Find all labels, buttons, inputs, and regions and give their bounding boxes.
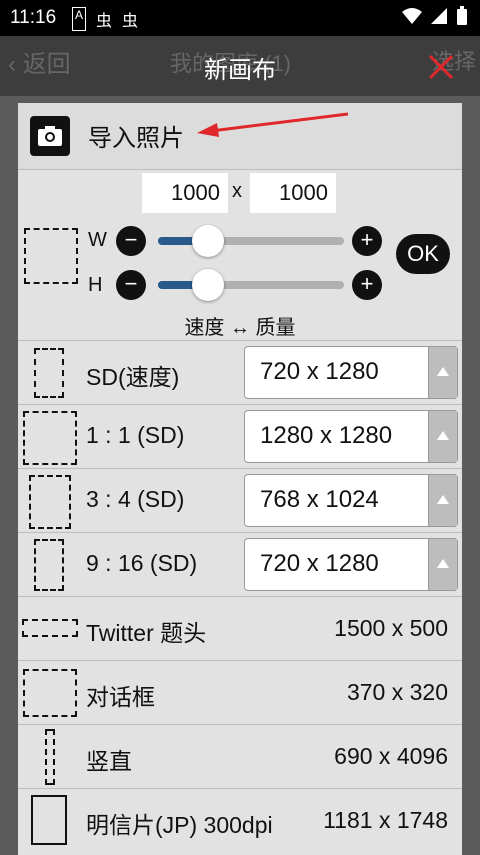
preset-row-9-16[interactable]: 9 : 16 (SD) 720 x 1280 <box>18 533 462 597</box>
import-photo-row[interactable]: 导入照片 <box>18 103 462 170</box>
preset-size-value: 720 x 1280 <box>260 550 379 577</box>
width-slider[interactable] <box>158 237 344 245</box>
preset-label: 对话框 <box>86 684 155 710</box>
preset-row-3-4[interactable]: 3 : 4 (SD) 768 x 1024 <box>18 469 462 533</box>
status-time: 11:16 <box>10 7 57 28</box>
preset-size-value: 1500 x 500 <box>334 615 448 641</box>
preset-size-value: 370 x 320 <box>346 679 448 705</box>
width-slider-label: W <box>88 229 107 251</box>
square-canvas-icon <box>23 411 77 465</box>
battery-icon <box>457 6 467 25</box>
height-input[interactable]: 1000 <box>250 173 336 213</box>
width-minus-button[interactable]: − <box>116 226 146 256</box>
preset-row-1-1[interactable]: 1 : 1 (SD) 1280 x 1280 <box>18 405 462 469</box>
preset-size-value: 720 x 1280 <box>260 358 379 385</box>
signal-icon <box>431 8 447 24</box>
preset-size-value: 768 x 1024 <box>260 486 379 513</box>
chevron-up-icon <box>437 495 449 504</box>
status-bar: 11:16 A 虫 虫 <box>0 0 480 36</box>
preset-size-select[interactable]: 720 x 1280 <box>244 538 458 591</box>
preset-row-postcard[interactable]: 明信片(JP) 300dpi 1181 x 1748 <box>18 789 462 852</box>
preset-size-select[interactable]: 768 x 1024 <box>244 474 458 527</box>
width-input[interactable]: 1000 <box>142 173 228 213</box>
canvas-preview <box>24 228 78 284</box>
width-slider-thumb[interactable] <box>192 225 224 257</box>
preset-size-value: 1181 x 1748 <box>323 807 448 833</box>
preset-label: Twitter 题头 <box>86 620 207 646</box>
preset-size-select[interactable]: 1280 x 1280 <box>244 410 458 463</box>
custom-size-section: 1000 x 1000 W − + H − + OK 速度 ↔ 质量 <box>18 170 462 341</box>
height-minus-button[interactable]: − <box>116 270 146 300</box>
tall-canvas-icon <box>45 729 55 785</box>
preset-label: 1 : 1 (SD) <box>86 422 185 448</box>
camera-icon[interactable] <box>30 116 70 156</box>
portrait-canvas-icon <box>34 348 64 398</box>
preset-label: SD(速度) <box>86 364 180 390</box>
width-plus-button[interactable]: + <box>352 226 382 256</box>
portrait-canvas-icon <box>29 475 71 529</box>
new-canvas-panel: 导入照片 1000 x 1000 W − + H − + OK 速度 ↔ 质量 … <box>18 103 462 855</box>
preset-label: 9 : 16 (SD) <box>86 550 198 576</box>
bug-icon: 虫 <box>96 13 113 30</box>
preset-label: 竖直 <box>86 748 132 774</box>
preset-size-select[interactable]: 720 x 1280 <box>244 346 458 399</box>
import-photo-label: 导入照片 <box>88 125 184 152</box>
bug-icon: 虫 <box>122 13 139 30</box>
system-icons <box>402 6 468 26</box>
select-arrow[interactable] <box>428 411 457 462</box>
preset-row-dialog[interactable]: 对话框 370 x 320 <box>18 661 462 725</box>
preset-size-value: 690 x 4096 <box>334 743 448 769</box>
times-sign: x <box>232 180 242 202</box>
height-plus-button[interactable]: + <box>352 270 382 300</box>
chevron-up-icon <box>437 367 449 376</box>
chevron-up-icon <box>437 431 449 440</box>
wifi-icon <box>402 8 422 24</box>
close-icon[interactable] <box>426 52 456 82</box>
landscape-canvas-icon <box>23 669 77 717</box>
height-slider-label: H <box>88 274 103 296</box>
banner-canvas-icon <box>22 619 78 637</box>
select-arrow[interactable] <box>428 347 457 398</box>
select-arrow[interactable] <box>428 475 457 526</box>
height-slider-thumb[interactable] <box>192 269 224 301</box>
preset-row-twitter[interactable]: Twitter 题头 1500 x 500 <box>18 597 462 661</box>
preset-row-sd[interactable]: SD(速度) 720 x 1280 <box>18 341 462 405</box>
chevron-up-icon <box>437 559 449 568</box>
preset-label: 明信片(JP) 300dpi <box>86 812 273 838</box>
annotation-arrow <box>197 112 349 137</box>
postcard-canvas-icon <box>31 795 67 845</box>
preset-row-vertical[interactable]: 竖直 690 x 4096 <box>18 725 462 789</box>
portrait-canvas-icon <box>34 539 64 591</box>
speed-quality-label: 速度 ↔ 质量 <box>184 317 296 339</box>
notification-icons: A 虫 虫 <box>72 7 138 31</box>
preset-size-value: 1280 x 1280 <box>260 422 393 449</box>
preset-label: 3 : 4 (SD) <box>86 486 185 512</box>
select-arrow[interactable] <box>428 539 457 590</box>
height-slider[interactable] <box>158 281 344 289</box>
notification-icon-a: A <box>72 7 87 31</box>
ok-button[interactable]: OK <box>396 234 450 274</box>
dialog-title: 新画布 <box>204 57 276 84</box>
